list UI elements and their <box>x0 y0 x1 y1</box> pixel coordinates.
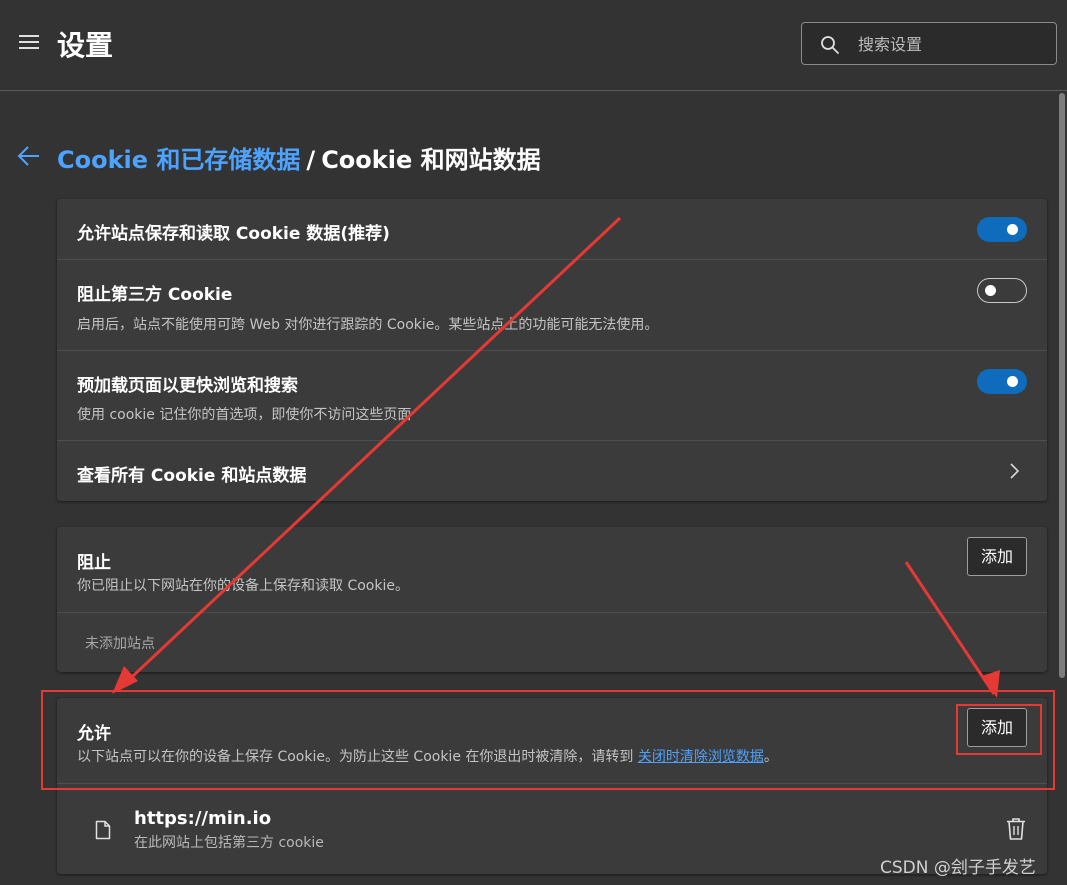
back-arrow-icon[interactable] <box>17 145 41 167</box>
menu-icon[interactable] <box>19 35 39 49</box>
breadcrumb-separator: / <box>306 146 316 174</box>
chevron-right-icon[interactable] <box>1007 462 1021 480</box>
breadcrumb-current: Cookie 和网站数据 <box>321 146 541 174</box>
setting-title: 允许站点保存和读取 Cookie 数据(推荐) <box>77 224 390 244</box>
block-third-party-toggle[interactable] <box>977 278 1027 303</box>
site-subtitle: 在此网站上包括第三方 cookie <box>134 835 324 851</box>
setting-row-view-all-cookies[interactable]: 查看所有 Cookie 和站点数据 <box>57 441 1047 501</box>
setting-row-preload[interactable]: 预加载页面以更快浏览和搜索 使用 cookie 记住你的首选项，即使你不访问这些… <box>57 351 1047 441</box>
setting-title: 预加载页面以更快浏览和搜索 <box>77 376 298 396</box>
block-add-button[interactable]: 添加 <box>967 537 1027 576</box>
file-icon <box>95 820 111 840</box>
block-description: 你已阻止以下网站在你的设备上保存和读取 Cookie。 <box>77 578 409 594</box>
annotation-highlight-allow <box>41 690 1055 790</box>
block-card: 阻止 你已阻止以下网站在你的设备上保存和读取 Cookie。 添加 未添加站点 <box>57 527 1047 672</box>
annotation-highlight-add-button <box>956 704 1042 755</box>
breadcrumb-parent-link[interactable]: Cookie 和已存储数据 <box>57 146 300 174</box>
header-bar: 设置 <box>0 0 1067 91</box>
search-input[interactable] <box>858 32 1048 56</box>
allow-cookies-toggle[interactable] <box>977 217 1027 242</box>
setting-row-block-third-party[interactable]: 阻止第三方 Cookie 启用后，站点不能使用可跨 Web 对你进行跟踪的 Co… <box>57 260 1047 351</box>
setting-description: 使用 cookie 记住你的首选项，即使你不访问这些页面 <box>77 407 412 423</box>
block-title: 阻止 <box>77 553 111 573</box>
scrollbar-thumb[interactable] <box>1059 93 1065 678</box>
watermark: CSDN @刽子手发艺 <box>880 858 1036 878</box>
block-empty-text: 未添加站点 <box>85 636 155 652</box>
search-box[interactable] <box>801 22 1057 65</box>
block-empty-row: 未添加站点 <box>57 613 1047 672</box>
search-icon <box>821 36 839 54</box>
setting-title: 阻止第三方 Cookie <box>77 285 233 305</box>
setting-row-allow-cookies[interactable]: 允许站点保存和读取 Cookie 数据(推荐) <box>57 199 1047 260</box>
trash-icon[interactable] <box>1005 817 1027 841</box>
page-title: 设置 <box>57 29 114 62</box>
setting-description: 启用后，站点不能使用可跨 Web 对你进行跟踪的 Cookie。某些站点上的功能… <box>77 317 659 333</box>
preload-toggle[interactable] <box>977 369 1027 394</box>
cookie-settings-card: 允许站点保存和读取 Cookie 数据(推荐) 阻止第三方 Cookie 启用后… <box>57 199 1047 501</box>
site-url: https://min.io <box>134 808 272 829</box>
breadcrumb: Cookie 和已存储数据 / Cookie 和网站数据 <box>57 140 541 175</box>
setting-title: 查看所有 Cookie 和站点数据 <box>77 466 307 486</box>
block-header-row: 阻止 你已阻止以下网站在你的设备上保存和读取 Cookie。 添加 <box>57 527 1047 613</box>
